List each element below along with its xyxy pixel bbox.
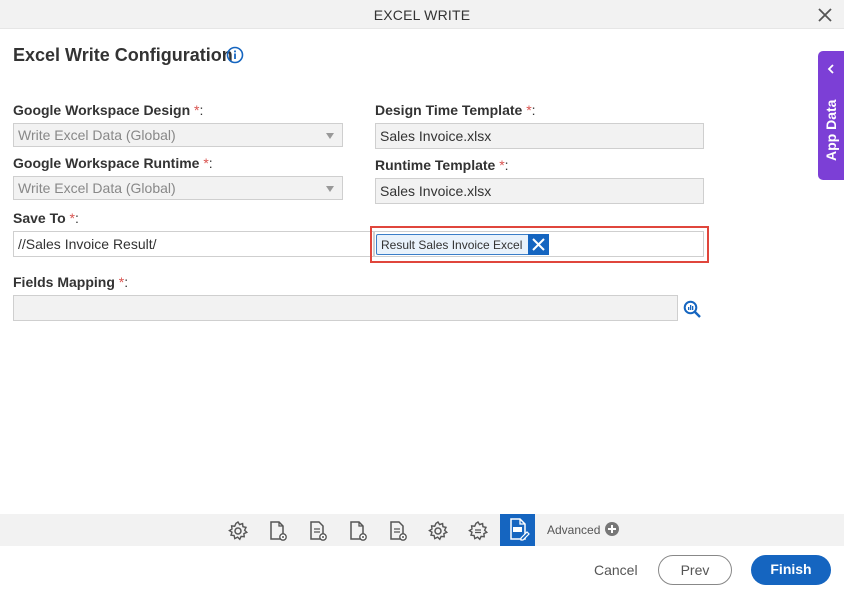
remove-tag-icon[interactable] bbox=[528, 234, 550, 255]
info-icon[interactable] bbox=[226, 46, 244, 64]
finish-button[interactable]: Finish bbox=[751, 555, 831, 585]
save-to-label: Save To *: bbox=[13, 210, 79, 226]
design-template-label: Design Time Template *: bbox=[375, 102, 536, 118]
google-design-select[interactable]: Write Excel Data (Global) bbox=[13, 123, 343, 147]
document-list-gear-icon[interactable] bbox=[304, 517, 332, 544]
document-gear-icon[interactable] bbox=[264, 517, 292, 544]
gear-list-icon[interactable] bbox=[464, 517, 492, 544]
runtime-template-label: Runtime Template *: bbox=[375, 157, 509, 173]
cancel-button[interactable]: Cancel bbox=[594, 562, 638, 578]
page-title: Excel Write Configuration bbox=[13, 45, 233, 65]
app-data-tab[interactable]: App Data bbox=[818, 51, 844, 180]
window-title: EXCEL WRITE bbox=[373, 7, 471, 23]
gear-icon[interactable] bbox=[424, 517, 452, 544]
save-to-tag-label: Result Sales Invoice Excel bbox=[381, 238, 523, 252]
chevron-left-icon bbox=[827, 64, 834, 74]
save-to-tag-field[interactable]: Result Sales Invoice Excel bbox=[374, 231, 704, 257]
save-to-path-field[interactable]: //Sales Invoice Result/ bbox=[13, 231, 374, 257]
chevron-down-icon bbox=[326, 186, 334, 192]
google-runtime-label: Google Workspace Runtime *: bbox=[13, 155, 213, 171]
fields-mapping-label: Fields Mapping *: bbox=[13, 274, 129, 290]
advanced-label[interactable]: Advanced bbox=[547, 523, 600, 537]
google-design-value: Write Excel Data (Global) bbox=[18, 127, 176, 143]
document-list-gear-icon[interactable] bbox=[384, 517, 412, 544]
mapping-search-icon[interactable] bbox=[683, 300, 702, 319]
google-design-label: Google Workspace Design *: bbox=[13, 102, 204, 118]
chevron-down-icon bbox=[326, 133, 334, 139]
design-template-field[interactable]: Sales Invoice.xlsx bbox=[375, 123, 704, 149]
close-icon[interactable] bbox=[816, 6, 834, 24]
window-titlebar: EXCEL WRITE bbox=[0, 0, 844, 29]
google-runtime-select[interactable]: Write Excel Data (Global) bbox=[13, 176, 343, 200]
excel-write-icon[interactable] bbox=[500, 514, 535, 546]
runtime-template-field[interactable]: Sales Invoice.xlsx bbox=[375, 178, 704, 204]
save-to-tag: Result Sales Invoice Excel bbox=[376, 234, 550, 255]
app-data-label: App Data bbox=[823, 99, 839, 161]
fields-mapping-field[interactable] bbox=[13, 295, 678, 321]
gear-icon[interactable] bbox=[224, 517, 252, 544]
step-toolbar: Advanced bbox=[0, 514, 844, 546]
google-runtime-value: Write Excel Data (Global) bbox=[18, 180, 176, 196]
plus-circle-icon[interactable] bbox=[605, 522, 619, 536]
prev-button[interactable]: Prev bbox=[658, 555, 732, 585]
document-gear-icon[interactable] bbox=[344, 517, 372, 544]
